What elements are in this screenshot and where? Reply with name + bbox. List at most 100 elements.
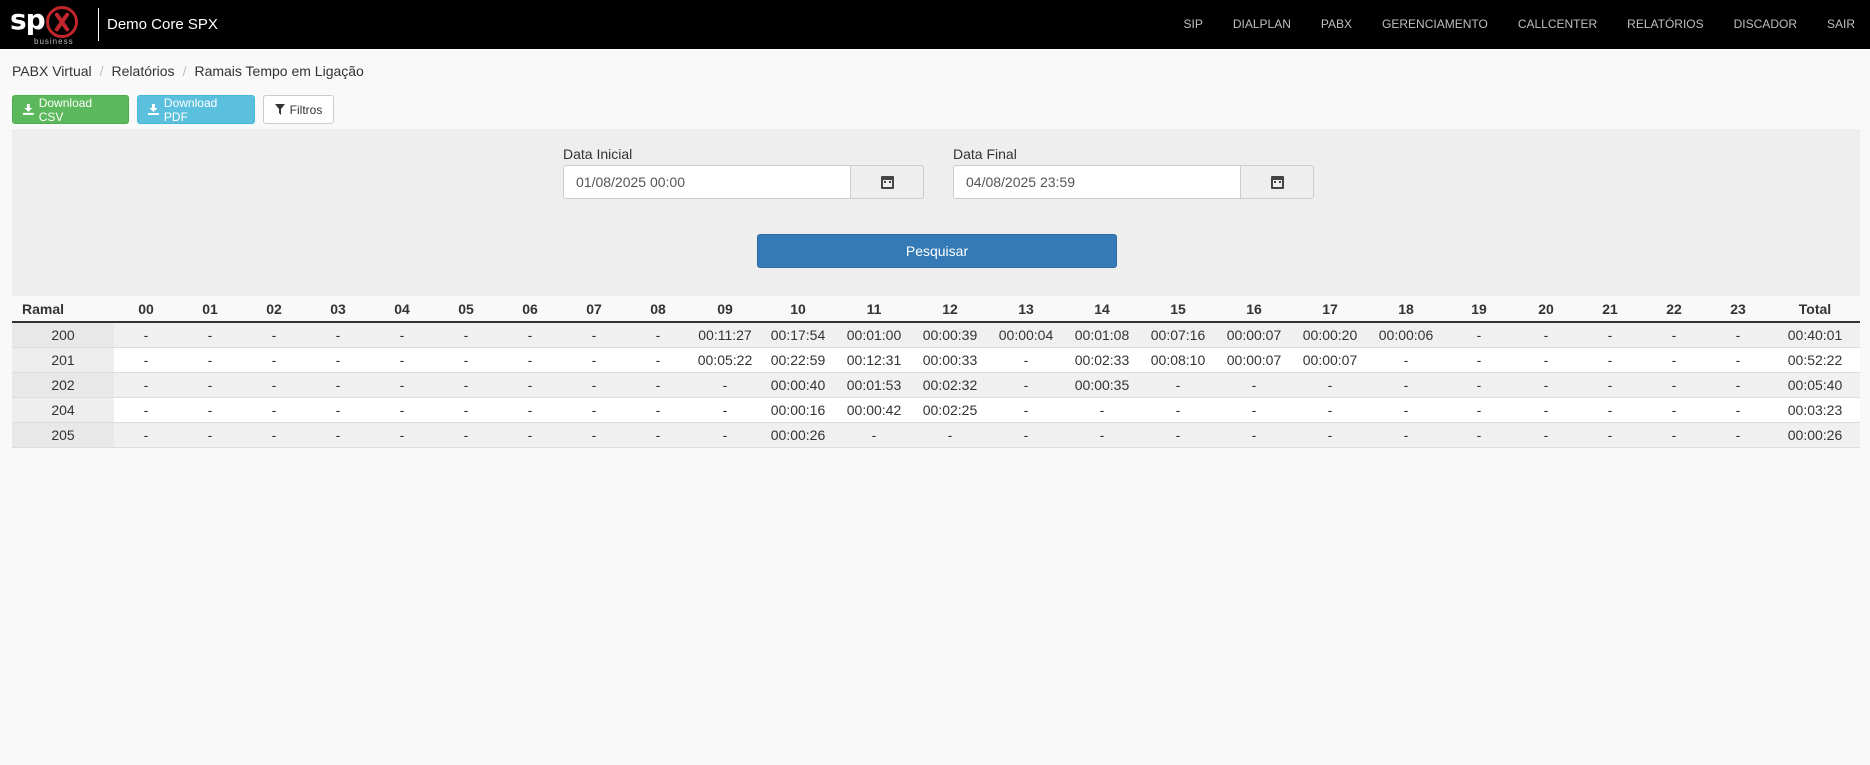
breadcrumb-relatorios[interactable]: Relatórios (112, 63, 175, 79)
total-cell: 00:40:01 (1770, 322, 1860, 348)
spx-logo[interactable]: sp business (10, 2, 80, 47)
table-row: 202- - - - - - - - - -00:00:40 00:01:53 00:02:32-00… (12, 372, 1860, 398)
brand[interactable]: sp business Demo Core SPX (0, 0, 218, 49)
download-pdf-button[interactable]: Download PDF (137, 95, 255, 124)
hour-cell: - (562, 397, 626, 423)
hour-cell: - (626, 347, 690, 373)
report-toolbar: Download CSV Download PDF Filtros (12, 95, 334, 124)
column-header-hour: 15 (1140, 297, 1216, 323)
hour-cell: 00:07:16 (1140, 322, 1216, 348)
end-date-calendar-button[interactable] (1241, 165, 1314, 199)
hour-cell: - (1514, 372, 1578, 398)
hour-cell: - (1216, 372, 1292, 398)
end-date-label: Data Final (953, 146, 1017, 162)
hour-cell: - (1216, 422, 1292, 448)
search-button[interactable]: Pesquisar (757, 234, 1117, 268)
hour-cell: - (370, 372, 434, 398)
start-date-calendar-button[interactable] (851, 165, 924, 199)
total-cell: 00:05:40 (1770, 372, 1860, 398)
hour-cell: - (1140, 422, 1216, 448)
hour-cell: 00:11:27 (690, 322, 760, 348)
nav-sair[interactable]: SAIR (1812, 0, 1870, 49)
hour-cell: - (1706, 422, 1770, 448)
column-header-hour: 16 (1216, 297, 1292, 323)
column-header-hour: 14 (1064, 297, 1140, 323)
hour-cell: - (178, 422, 242, 448)
hour-cell: - (498, 322, 562, 348)
hour-cell: - (1444, 397, 1514, 423)
hour-cell: - (498, 422, 562, 448)
download-pdf-label: Download PDF (163, 95, 218, 124)
hour-cell: - (1514, 422, 1578, 448)
hour-cell: - (690, 372, 760, 398)
nav-sip[interactable]: SIP (1169, 0, 1218, 49)
hour-cell: - (306, 397, 370, 423)
hour-cell: - (1642, 347, 1706, 373)
breadcrumb-current: Ramais Tempo em Ligação (194, 63, 364, 79)
start-date-group (563, 165, 924, 199)
breadcrumb-separator: / (99, 63, 104, 79)
brand-title: Demo Core SPX (107, 16, 218, 33)
download-csv-button[interactable]: Download CSV (12, 95, 129, 124)
hour-cell: - (370, 397, 434, 423)
hour-cell: 00:00:06 (1368, 322, 1444, 348)
column-header-hour: 02 (242, 297, 306, 323)
hour-cell: - (434, 322, 498, 348)
hour-cell: - (1578, 347, 1642, 373)
hour-cell: 00:05:22 (690, 347, 760, 373)
filters-label: Filtros (289, 102, 323, 117)
table-row: 204- - - - - - - - - -00:00:16 00:00:42 00:02:25- - -… (12, 397, 1860, 423)
hour-cell: 00:00:42 (836, 397, 912, 423)
breadcrumb: PABX Virtual / Relatórios / Ramais Tempo… (12, 63, 364, 79)
column-header-hour: 07 (562, 297, 626, 323)
hour-cell: 00:12:31 (836, 347, 912, 373)
breadcrumb-pabx-virtual[interactable]: PABX Virtual (12, 63, 92, 79)
filter-panel: Data Inicial Data Final Pesquisar (12, 129, 1860, 296)
hour-cell: - (498, 397, 562, 423)
breadcrumb-separator: / (182, 63, 187, 79)
start-date-input[interactable] (563, 165, 851, 199)
column-header-hour: 11 (836, 297, 912, 323)
hour-cell: - (1578, 372, 1642, 398)
column-header-ramal: Ramal (12, 297, 114, 323)
hour-cell: - (242, 347, 306, 373)
hour-cell: - (1642, 422, 1706, 448)
end-date-input[interactable] (953, 165, 1241, 199)
nav-pabx[interactable]: PABX (1306, 0, 1367, 49)
column-header-hour: 18 (1368, 297, 1444, 323)
hour-cell: - (626, 397, 690, 423)
nav-gerenciamento[interactable]: GERENCIAMENTO (1367, 0, 1503, 49)
hour-cell: - (1064, 422, 1140, 448)
hour-cell: - (1514, 397, 1578, 423)
nav-relatorios[interactable]: RELATÓRIOS (1612, 0, 1718, 49)
hour-cell: - (306, 372, 370, 398)
hour-cell: - (1444, 347, 1514, 373)
hour-cell: 00:01:00 (836, 322, 912, 348)
hour-cell: - (242, 422, 306, 448)
nav-discador[interactable]: DISCADOR (1719, 0, 1812, 49)
column-header-hour: 09 (690, 297, 760, 323)
hour-cell: - (306, 347, 370, 373)
column-header-hour: 10 (760, 297, 836, 323)
hour-cell: - (912, 422, 988, 448)
nav-callcenter[interactable]: CALLCENTER (1503, 0, 1612, 49)
hour-cell: 00:00:39 (912, 322, 988, 348)
hour-cell: - (1444, 422, 1514, 448)
filters-button[interactable]: Filtros (263, 95, 334, 124)
hour-cell: - (306, 422, 370, 448)
hour-cell: - (114, 347, 178, 373)
column-header-hour: 20 (1514, 297, 1578, 323)
nav-dialplan[interactable]: DIALPLAN (1218, 0, 1306, 49)
hour-cell: - (370, 422, 434, 448)
hour-cell: - (1578, 322, 1642, 348)
hour-cell: - (1578, 397, 1642, 423)
column-header-hour: 00 (114, 297, 178, 323)
hour-cell: - (1140, 372, 1216, 398)
column-header-hour: 22 (1642, 297, 1706, 323)
hour-cell: - (1216, 397, 1292, 423)
hour-cell: 00:00:07 (1292, 347, 1368, 373)
logo-subtitle: business (34, 37, 74, 46)
hour-cell: - (1292, 397, 1368, 423)
hour-cell: - (1706, 347, 1770, 373)
hour-cell: - (370, 347, 434, 373)
